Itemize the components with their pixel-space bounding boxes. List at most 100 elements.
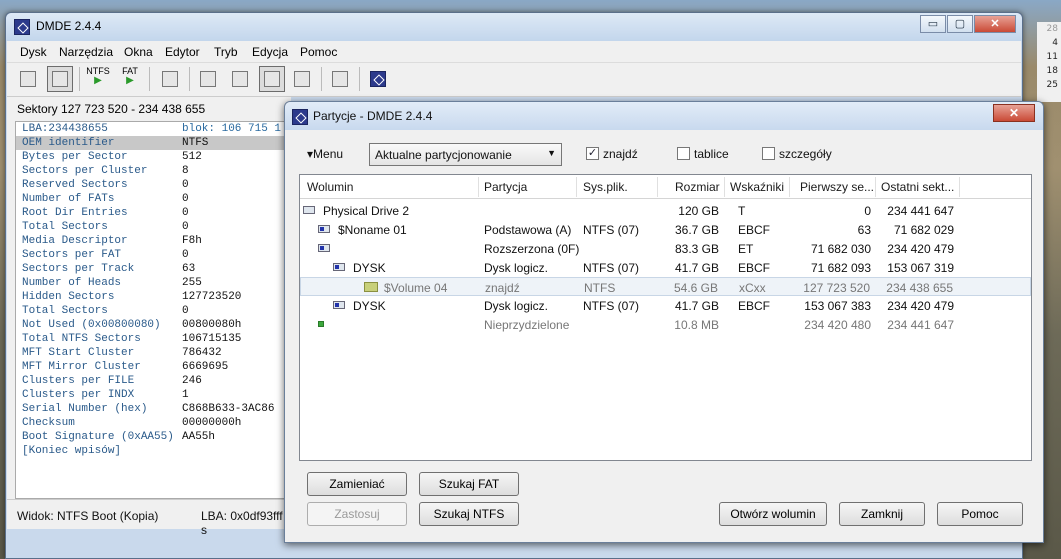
partition-row[interactable]: $Noname 01 Podstawowa (A) NTFS (07) 36.7 GB… <box>300 220 1031 239</box>
close-button[interactable]: ✕ <box>974 15 1016 33</box>
boot-field-key: Not Used (0x00800080) <box>22 319 161 331</box>
partition-list[interactable]: Wolumin Partycja Sys.plik. Rozmiar Wskaź… <box>299 174 1032 461</box>
close-dialog-button[interactable]: Zamknij <box>839 502 925 526</box>
boot-field-row[interactable]: Reserved Sectors 0 <box>16 178 290 192</box>
menu-pomoc[interactable]: Pomoc <box>300 45 337 59</box>
search-view-button[interactable] <box>289 66 315 92</box>
boot-field-row[interactable]: Bytes per Sector 512 <box>16 150 290 164</box>
main-window-title: DMDE 2.4.4 <box>36 19 102 33</box>
column-header-flags[interactable]: Wskaźniki <box>730 180 784 194</box>
boot-field-row[interactable]: Total NTFS Sectors 106715135 <box>16 332 290 346</box>
play-arrow-icon: ▶ <box>126 75 134 86</box>
boot-sector-view[interactable]: LBA:234438655 blok: 106 715 1 OEM identi… <box>15 121 291 499</box>
about-button[interactable] <box>365 66 391 92</box>
boot-field-row[interactable]: Root Dir Entries 0 <box>16 206 290 220</box>
boot-field-row[interactable]: Not Used (0x00800080) 00800080h <box>16 318 290 332</box>
search-icon <box>294 71 310 87</box>
boot-field-value: NTFS <box>182 137 209 149</box>
boot-field-row[interactable]: Media Descriptor F8h <box>16 234 290 248</box>
column-header-size[interactable]: Rozmiar <box>675 180 720 194</box>
lba-header-row: LBA:234438655 blok: 106 715 1 <box>16 122 290 136</box>
hex-view-button[interactable] <box>259 66 285 92</box>
partition-row[interactable]: DYSK Dysk logicz. NTFS (07) 41.7 GB EBCF 71 6… <box>300 258 1031 277</box>
boot-field-row[interactable]: Number of Heads 255 <box>16 276 290 290</box>
open-volume-button[interactable]: Otwórz wolumin <box>719 502 827 526</box>
partition-row[interactable]: DYSK Dysk logicz. NTFS (07) 41.7 GB EBCF 153 … <box>300 296 1031 315</box>
partitions-button[interactable] <box>47 66 73 92</box>
boot-field-row[interactable]: Sectors per Cluster 8 <box>16 164 290 178</box>
boot-field-row[interactable]: [Koniec wpisów] <box>16 444 290 458</box>
cell-last: 234 441 647 <box>887 318 954 332</box>
dmde-app-icon <box>292 109 308 125</box>
boot-field-row[interactable]: Serial Number (hex) C868B633-3AC86 <box>16 402 290 416</box>
partition-row[interactable]: $Volume 04 znajdź NTFS 54.6 GB xCxx 127 723 5… <box>300 277 1031 296</box>
partition-row[interactable]: Nieprzydzielone 10.8 MB 234 420 480 234 441… <box>300 315 1031 334</box>
boot-field-row[interactable]: Sectors per FAT 0 <box>16 248 290 262</box>
boot-field-row[interactable]: Total Sectors 0 <box>16 304 290 318</box>
boot-field-row[interactable]: Clusters per FILE 246 <box>16 374 290 388</box>
boot-field-row[interactable]: Total Sectors 0 <box>16 220 290 234</box>
minimize-button[interactable]: ▭ <box>920 15 946 33</box>
partition-icon <box>318 225 330 233</box>
tree-view-button[interactable] <box>195 66 221 92</box>
boot-field-value: 127723520 <box>182 291 242 303</box>
chevron-down-icon: ▼ <box>547 148 556 158</box>
boot-field-key: Clusters per INDX <box>22 389 135 401</box>
partitioning-mode-select[interactable]: Aktualne partycjonowanie ▼ <box>369 143 562 166</box>
column-header-filesystem[interactable]: Sys.plik. <box>583 180 628 194</box>
go-to-button[interactable] <box>327 66 353 92</box>
calendar-day: 28 <box>1046 24 1058 34</box>
boot-field-row[interactable]: MFT Start Cluster 786432 <box>16 346 290 360</box>
dialog-title-bar[interactable]: Partycje - DMDE 2.4.4 ✕ <box>285 102 1043 130</box>
partition-row[interactable]: Rozszerzona (0F) 83.3 GB ET 71 682 030 234 4… <box>300 239 1031 258</box>
list-view-button[interactable] <box>227 66 253 92</box>
boot-field-key: [Koniec wpisów] <box>22 445 122 457</box>
dialog-close-button[interactable]: ✕ <box>993 104 1035 122</box>
details-checkbox[interactable] <box>762 147 775 160</box>
main-title-bar[interactable]: DMDE 2.4.4 ▭ ▢ ✕ <box>6 13 1022 41</box>
toolbar-separator <box>359 67 360 91</box>
cell-part: znajdź <box>485 281 520 295</box>
boot-field-key: Number of FATs <box>22 193 115 205</box>
column-header-first-sector[interactable]: Pierwszy se... <box>800 180 874 194</box>
boot-field-row[interactable]: Hidden Sectors 127723520 <box>16 290 290 304</box>
open-fat-button[interactable]: FAT ▶ <box>117 66 143 86</box>
column-header-partition[interactable]: Partycja <box>484 180 527 194</box>
desktop-calendar-gadget: 28 4 11 18 25 <box>1037 22 1061 102</box>
maximize-button[interactable]: ▢ <box>947 15 973 33</box>
menu-dysk[interactable]: Dysk <box>20 45 47 59</box>
boot-field-row[interactable]: MFT Mirror Cluster 6669695 <box>16 360 290 374</box>
boot-field-row[interactable]: Clusters per INDX 1 <box>16 388 290 402</box>
boot-field-row[interactable]: Number of FATs 0 <box>16 192 290 206</box>
calendar-day: 18 <box>1046 66 1058 76</box>
menu-narzedzia[interactable]: Narzędzia <box>59 45 113 59</box>
menu-button[interactable]: ▾Menu <box>307 147 343 161</box>
go-to-icon <box>332 71 348 87</box>
column-divider <box>724 177 725 197</box>
find-checkbox[interactable]: ✓ <box>586 147 599 160</box>
select-drive-button[interactable] <box>15 66 41 92</box>
swap-button[interactable]: Zamieniać <box>307 472 407 496</box>
cell-part: Dysk logicz. <box>484 299 549 313</box>
open-ntfs-button[interactable]: NTFS ▶ <box>85 66 111 86</box>
apply-button[interactable]: Zastosuj <box>307 502 407 526</box>
menu-edytor[interactable]: Edytor <box>165 45 200 59</box>
boot-field-row[interactable]: OEM identifier NTFS <box>16 136 290 150</box>
menu-okna[interactable]: Okna <box>124 45 153 59</box>
column-header-volume[interactable]: Wolumin <box>307 180 353 194</box>
cell-size: 83.3 GB <box>674 242 719 256</box>
column-divider <box>875 177 876 197</box>
scan-button[interactable] <box>157 66 183 92</box>
boot-field-row[interactable]: Boot Signature (0xAA55) AA55h <box>16 430 290 444</box>
boot-field-row[interactable]: Checksum 00000000h <box>16 416 290 430</box>
boot-field-row[interactable]: Sectors per Track 63 <box>16 262 290 276</box>
search-fat-button[interactable]: Szukaj FAT <box>419 472 519 496</box>
boot-field-value: 00800080h <box>182 319 242 331</box>
help-button[interactable]: Pomoc <box>937 502 1023 526</box>
partition-row[interactable]: Physical Drive 2 120 GB T 0 234 441 647 <box>300 201 1031 220</box>
menu-tryb[interactable]: Tryb <box>214 45 238 59</box>
search-ntfs-button[interactable]: Szukaj NTFS <box>419 502 519 526</box>
tables-checkbox[interactable] <box>677 147 690 160</box>
column-header-last-sector[interactable]: Ostatni sekt... <box>881 180 954 194</box>
menu-edycja[interactable]: Edycja <box>252 45 288 59</box>
